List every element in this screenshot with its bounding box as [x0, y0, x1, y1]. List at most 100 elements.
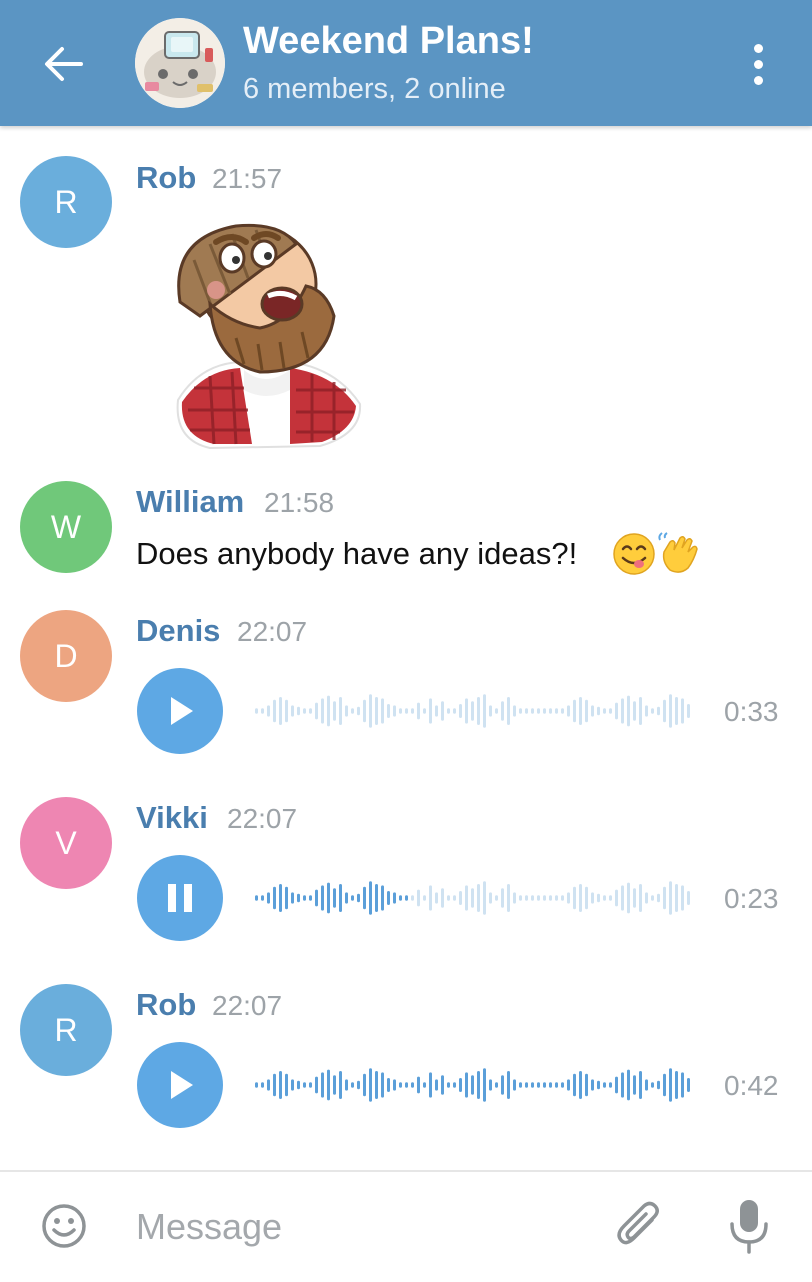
waveform-bar [297, 893, 300, 903]
waveform-bar [315, 889, 318, 907]
waveform-bar [255, 1082, 258, 1088]
waveform-bar [621, 698, 624, 724]
waveform-bar [423, 895, 426, 901]
waveform-bar [477, 1071, 480, 1099]
message-time: 22:07 [212, 990, 283, 1021]
waveform-bar [285, 699, 288, 723]
smile-icon[interactable] [40, 1202, 88, 1250]
waveform-bar [507, 884, 510, 912]
waveform-bar [495, 1082, 498, 1088]
waveform-bar [309, 895, 312, 901]
waveform-bar [513, 892, 516, 904]
waveform-bar [303, 895, 306, 901]
chat-title[interactable]: Weekend Plans! [243, 20, 534, 63]
voice-play-button[interactable] [137, 668, 223, 754]
waveform-bar [393, 892, 396, 904]
sender-name[interactable]: Rob [136, 160, 196, 196]
message-row: W William 21:58 Does anybody have any id… [0, 478, 812, 588]
waveform-bar [627, 882, 630, 914]
voice-waveform[interactable] [255, 880, 695, 916]
arrow-left-icon [45, 47, 83, 81]
waveform-bar [465, 885, 468, 911]
waveform-bar [537, 1082, 540, 1088]
waveform-bar [369, 1068, 372, 1102]
waveform-bar [261, 895, 264, 901]
waveform-bar [387, 704, 390, 718]
waveform-bar [429, 1072, 432, 1098]
waveform-bar [687, 891, 690, 905]
waveform-bar [549, 895, 552, 901]
waveform-bar [495, 708, 498, 714]
waveform-bar [327, 882, 330, 914]
waveform-bar [501, 1075, 504, 1095]
microphone-icon[interactable] [726, 1196, 772, 1256]
message-row: D Denis 22:07 0:33 [0, 607, 812, 767]
waveform-bar [309, 708, 312, 714]
waveform-bar [453, 895, 456, 901]
voice-play-button[interactable] [137, 1042, 223, 1128]
waveform-bar [585, 886, 588, 910]
sticker-bearded-man[interactable] [140, 212, 370, 452]
sender-name[interactable]: Rob [136, 987, 196, 1023]
waveform-bar [543, 1082, 546, 1088]
voice-pause-button[interactable] [137, 855, 223, 941]
avatar[interactable]: D [20, 610, 112, 702]
waveform-bar [351, 1082, 354, 1088]
waveform-bar [435, 705, 438, 717]
more-vertical-icon-dot [753, 59, 763, 69]
waveform-bar [555, 1082, 558, 1088]
waveform-bar [573, 1073, 576, 1097]
waveform-bar [573, 886, 576, 910]
waveform-bar [261, 1082, 264, 1088]
waveform-bar [603, 708, 606, 714]
avatar[interactable]: R [20, 984, 112, 1076]
waveform-bar [321, 1072, 324, 1098]
waveform-bar [405, 895, 408, 901]
waveform-bar [609, 708, 612, 714]
waveform-bar [453, 1082, 456, 1088]
waveform-bar [513, 1079, 516, 1091]
waveform-bar [417, 702, 420, 720]
message-row: V Vikki 22:07 0:23 [0, 794, 812, 954]
group-avatar[interactable] [135, 18, 225, 108]
waveform-bar [597, 1080, 600, 1090]
back-button[interactable] [36, 40, 90, 88]
waveform-bar [519, 895, 522, 901]
voice-waveform[interactable] [255, 693, 695, 729]
message-input[interactable] [136, 1202, 576, 1252]
waveform-bar [675, 884, 678, 912]
waveform-bar [411, 1082, 414, 1088]
sender-name[interactable]: William [136, 484, 244, 520]
waveform-bar [411, 895, 414, 901]
waveform-bar [435, 1079, 438, 1091]
more-menu-button[interactable] [738, 40, 778, 88]
waveform-bar [567, 705, 570, 717]
waveform-bar [495, 895, 498, 901]
waveform-bar [555, 895, 558, 901]
waveform-bar [267, 705, 270, 717]
waveform-bar [621, 1072, 624, 1098]
avatar[interactable]: W [20, 481, 112, 573]
voice-waveform[interactable] [255, 1067, 695, 1103]
waveform-bar [285, 1073, 288, 1097]
waveform-bar [645, 1079, 648, 1091]
waveform-bar [321, 698, 324, 724]
waveform-bar [561, 1082, 564, 1088]
waveform-bar [501, 888, 504, 908]
waveform-bar [279, 884, 282, 912]
waveform-bar [429, 885, 432, 911]
waveform-bar [309, 1082, 312, 1088]
waveform-bar [291, 892, 294, 904]
avatar[interactable]: R [20, 156, 112, 248]
waveform-bar [435, 892, 438, 904]
waveform-bar [573, 699, 576, 723]
avatar[interactable]: V [20, 797, 112, 889]
sender-name[interactable]: Vikki [136, 800, 208, 836]
paperclip-icon[interactable] [612, 1198, 668, 1254]
waveform-bar [531, 1082, 534, 1088]
waveform-bar [597, 706, 600, 716]
waveform-bar [339, 1071, 342, 1099]
waveform-bar [549, 1082, 552, 1088]
sender-name[interactable]: Denis [136, 613, 220, 649]
waveform-bar [489, 1079, 492, 1091]
